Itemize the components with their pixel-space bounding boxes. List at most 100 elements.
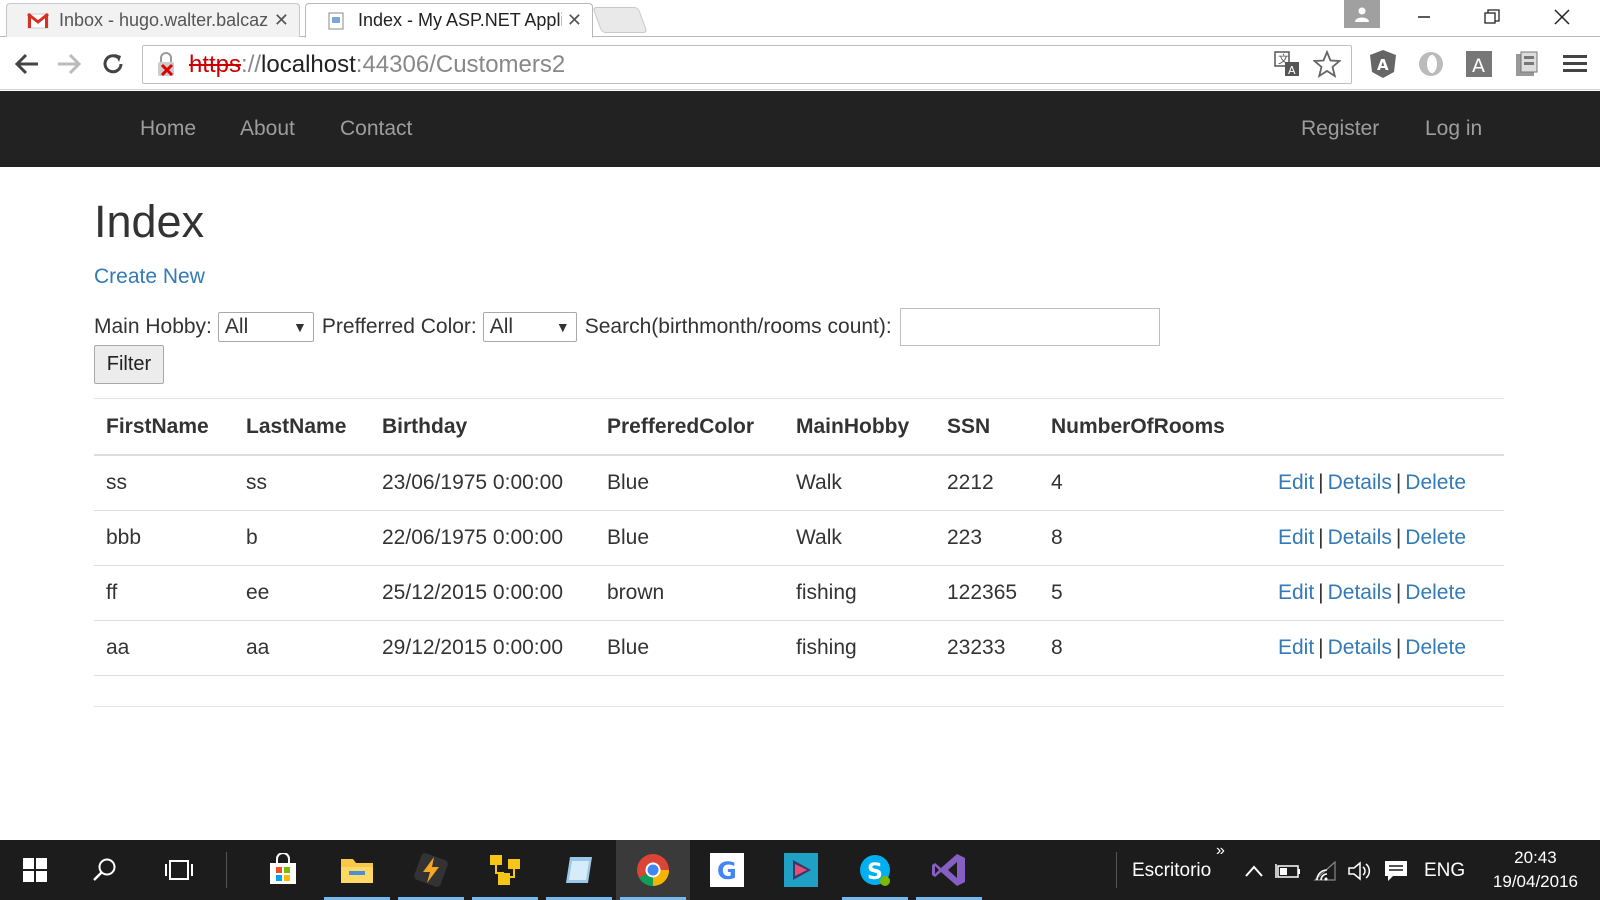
taskbar-app-google[interactable]: G xyxy=(690,840,764,900)
taskbar-app-skype[interactable]: S xyxy=(838,840,912,900)
action-center-icon[interactable] xyxy=(1382,858,1410,884)
document-extension-icon[interactable] xyxy=(1510,47,1544,81)
nav-register[interactable]: Register xyxy=(1301,117,1379,141)
nav-login[interactable]: Log in xyxy=(1425,117,1482,141)
notepad-icon xyxy=(566,857,592,883)
address-bar[interactable]: https :// localhost :44306/Customers2 文A xyxy=(142,45,1352,84)
delete-link[interactable]: Delete xyxy=(1405,471,1466,494)
chrome-menu-icon[interactable] xyxy=(1558,47,1592,81)
cell-rooms: 8 xyxy=(1039,620,1239,676)
delete-link[interactable]: Delete xyxy=(1405,636,1466,659)
forward-button[interactable] xyxy=(52,47,86,81)
close-window-button[interactable] xyxy=(1528,0,1596,34)
taskbar-app-explorer[interactable] xyxy=(320,840,394,900)
edit-link[interactable]: Edit xyxy=(1278,636,1314,659)
edit-link[interactable]: Edit xyxy=(1278,471,1314,494)
new-tab-button[interactable] xyxy=(592,7,648,33)
details-link[interactable]: Details xyxy=(1328,581,1392,604)
bookmark-star-icon[interactable] xyxy=(1312,49,1342,85)
table-row: ss ss 23/06/1975 0:00:00 Blue Walk 2212 … xyxy=(94,455,1504,511)
url-scheme: https xyxy=(189,50,242,78)
reload-button[interactable] xyxy=(96,47,130,81)
double-chevron-icon[interactable]: » xyxy=(1216,842,1225,860)
site-navbar: Home About Contact Register Log in xyxy=(0,91,1600,167)
start-button[interactable] xyxy=(0,840,70,900)
font-extension-icon[interactable]: A xyxy=(1462,47,1496,81)
dropdown-arrow-icon: ▼ xyxy=(555,319,570,335)
insecure-lock-icon[interactable] xyxy=(151,50,183,80)
task-view-button[interactable] xyxy=(144,840,214,900)
taskbar-app-winamp[interactable] xyxy=(394,840,468,900)
restore-button[interactable] xyxy=(1458,0,1526,34)
edit-link[interactable]: Edit xyxy=(1278,581,1314,604)
table-row: ff ee 25/12/2015 0:00:00 brown fishing 1… xyxy=(94,565,1504,621)
cell-birthday: 25/12/2015 0:00:00 xyxy=(370,565,595,621)
create-new-link[interactable]: Create New xyxy=(94,265,205,289)
clock-date: 19/04/2016 xyxy=(1492,872,1578,891)
translate-icon[interactable]: 文A xyxy=(1273,50,1301,85)
hobby-select[interactable]: All ▼ xyxy=(217,312,314,342)
action-separator: | xyxy=(1395,635,1402,659)
page-title: Index xyxy=(94,196,205,247)
details-link[interactable]: Details xyxy=(1328,636,1392,659)
color-label: Prefferred Color: xyxy=(321,315,477,338)
taskbar-app-media[interactable] xyxy=(764,840,838,900)
chevron-up-icon xyxy=(1245,865,1263,877)
cell-lastname: aa xyxy=(234,620,370,676)
nav-contact[interactable]: Contact xyxy=(340,117,412,141)
nav-home[interactable]: Home xyxy=(140,117,196,141)
profile-icon[interactable] xyxy=(1344,0,1380,28)
svg-text:A: A xyxy=(1472,55,1485,77)
minimize-button[interactable] xyxy=(1390,0,1458,34)
taskbar-app-store[interactable] xyxy=(246,840,320,900)
reload-icon xyxy=(103,54,123,74)
delete-link[interactable]: Delete xyxy=(1405,526,1466,549)
show-hidden-icons-button[interactable] xyxy=(1240,858,1268,884)
close-tab-icon[interactable]: ✕ xyxy=(567,10,582,31)
clock[interactable]: 20:43 19/04/2016 xyxy=(1493,846,1578,894)
details-link[interactable]: Details xyxy=(1328,471,1392,494)
details-link[interactable]: Details xyxy=(1328,526,1392,549)
delete-link[interactable]: Delete xyxy=(1405,581,1466,604)
tab-inbox[interactable]: Inbox - hugo.walter.balcaz ✕ xyxy=(6,3,300,37)
volume-icon[interactable] xyxy=(1346,858,1374,884)
column-header: NumberOfRooms xyxy=(1039,399,1239,456)
close-tab-icon[interactable]: ✕ xyxy=(274,10,289,31)
hobby-label: Main Hobby: xyxy=(94,315,212,338)
language-indicator[interactable]: ENG xyxy=(1424,860,1465,882)
taskbar-app-yellow-tool[interactable] xyxy=(468,840,542,900)
tab-title: Index - My ASP.NET Appli xyxy=(358,10,562,30)
nav-about[interactable]: About xyxy=(240,117,295,141)
lightning-icon xyxy=(414,853,448,887)
tab-index[interactable]: Index - My ASP.NET Appli ✕ xyxy=(305,3,593,38)
taskbar-app-visual-studio[interactable] xyxy=(912,840,986,900)
taskbar-app-notes[interactable] xyxy=(542,840,616,900)
cell-rooms: 5 xyxy=(1039,565,1239,621)
edit-link[interactable]: Edit xyxy=(1278,526,1314,549)
cell-color: Blue xyxy=(595,620,784,676)
cell-firstname: bbb xyxy=(94,510,234,566)
opera-extension-icon[interactable] xyxy=(1414,47,1448,81)
search-label: Search(birthmonth/rooms count): xyxy=(584,315,892,338)
search-button[interactable] xyxy=(70,840,140,900)
wifi-icon[interactable] xyxy=(1312,858,1340,884)
back-button[interactable] xyxy=(10,47,44,81)
cell-birthday: 29/12/2015 0:00:00 xyxy=(370,620,595,676)
cell-ssn: 23233 xyxy=(935,620,1039,676)
desktop-toolbar-label[interactable]: Escritorio xyxy=(1132,860,1211,882)
angular-extension-icon[interactable]: A xyxy=(1366,47,1400,81)
action-separator: | xyxy=(1318,525,1324,549)
cell-firstname: aa xyxy=(94,620,234,676)
filter-button[interactable]: Filter xyxy=(94,345,164,384)
windows-logo-icon xyxy=(23,858,47,882)
svg-text:A: A xyxy=(1377,56,1389,74)
cell-rooms: 8 xyxy=(1039,510,1239,566)
browser-toolbar: https :// localhost :44306/Customers2 文A… xyxy=(0,37,1600,90)
gmail-icon xyxy=(27,12,49,29)
search-input[interactable] xyxy=(899,308,1160,346)
battery-icon[interactable] xyxy=(1274,858,1302,884)
column-header: Birthday xyxy=(370,399,595,456)
url-separator: :// xyxy=(241,50,262,78)
taskbar-app-chrome[interactable] xyxy=(616,840,690,900)
color-select[interactable]: All ▼ xyxy=(482,312,577,342)
